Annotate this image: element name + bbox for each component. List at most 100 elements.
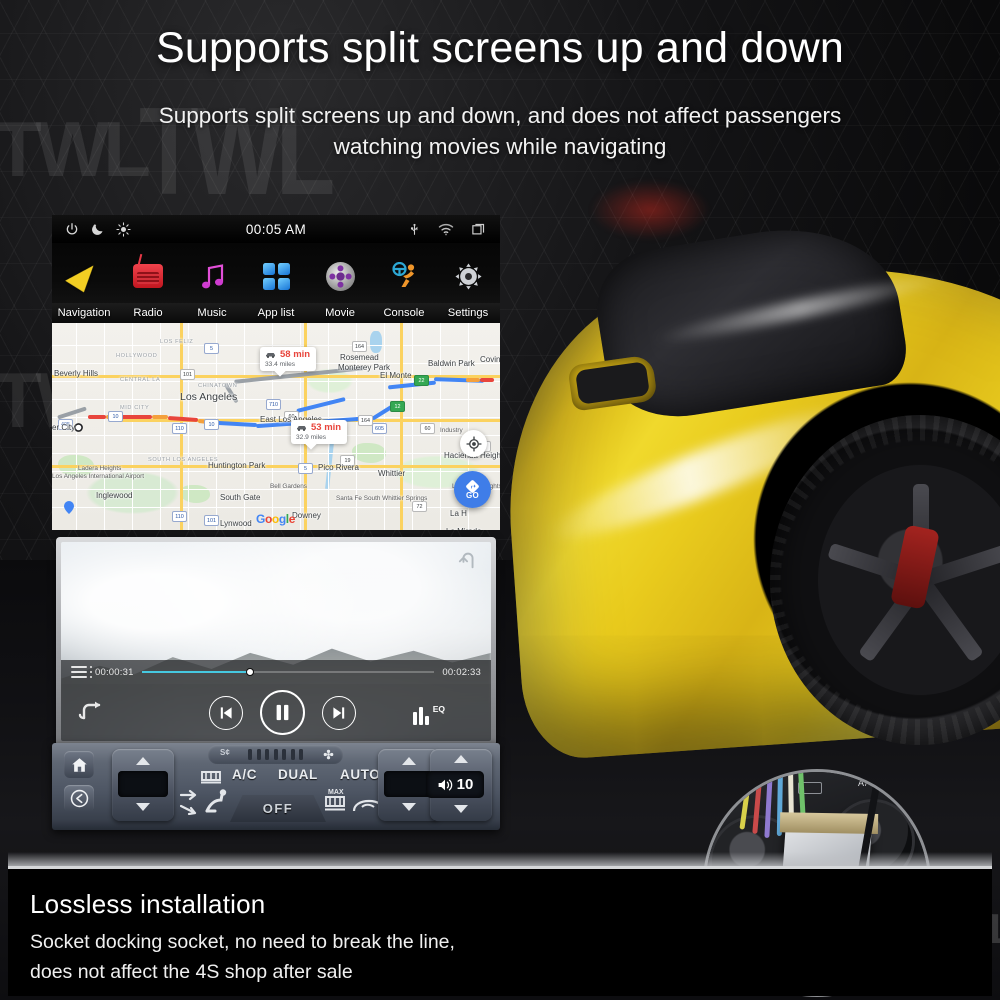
- video-player[interactable]: 00:00:31 00:02:33 EQ: [61, 542, 491, 741]
- rear-defrost-icon[interactable]: [200, 769, 222, 785]
- volume-level: 10: [456, 776, 474, 793]
- fan-speed-label: S¢: [220, 748, 230, 757]
- map-label: South Gate: [220, 493, 261, 502]
- driver-temp-display: [118, 771, 168, 797]
- navigation-map[interactable]: 5 101 10 110 10 710 605 60 60 164 164 12…: [52, 323, 500, 530]
- highway-shield: 110: [172, 423, 187, 434]
- undo-arrow-icon[interactable]: [457, 550, 479, 570]
- start-navigation-go-button[interactable]: GO: [454, 471, 491, 508]
- route-duration: 58 min: [280, 349, 311, 360]
- app-label-console: Console: [383, 307, 425, 319]
- previous-track-button[interactable]: [208, 695, 243, 730]
- recent-apps-icon[interactable]: [471, 222, 486, 237]
- highway-shield: 164: [358, 415, 373, 426]
- equalizer-button[interactable]: EQ: [413, 704, 445, 725]
- highway-shield: 5: [298, 463, 313, 474]
- driver-temp-up-button[interactable]: [136, 757, 150, 765]
- passenger-temp-up-button[interactable]: [402, 757, 416, 765]
- map-label: Pico Rivera: [318, 463, 359, 472]
- video-current-time: 00:00:31: [95, 666, 134, 678]
- app-radio[interactable]: [116, 243, 180, 305]
- video-total-time: 00:02:33: [442, 666, 481, 678]
- airport-marker: [64, 501, 74, 514]
- route-bubble-alternate[interactable]: 53 min 32.9 miles: [291, 420, 348, 445]
- highway-shield: 10: [108, 411, 123, 422]
- route-distance: 33.4 miles: [265, 360, 296, 368]
- app-settings[interactable]: [436, 243, 500, 305]
- map-label: Hawthorne: [102, 529, 141, 530]
- music-note-icon: [202, 264, 224, 289]
- map-label: Downey: [292, 511, 321, 520]
- equalizer-label: EQ: [432, 704, 445, 714]
- map-label: Covin: [480, 355, 500, 364]
- climate-control-panel: S¢ A/C DUAL AUTO OFF MAX 10: [52, 743, 500, 830]
- highway-shield: 605: [372, 423, 387, 434]
- volume-down-button[interactable]: [454, 805, 468, 813]
- map-area-label: CHINATOWN: [198, 383, 238, 389]
- next-icon: [332, 706, 344, 719]
- app-movie[interactable]: [308, 243, 372, 305]
- map-label: Whittier: [378, 469, 406, 478]
- previous-icon: [220, 706, 232, 719]
- car-icon: [297, 425, 306, 431]
- app-label-movie: Movie: [325, 307, 355, 319]
- map-area-label: MID CITY: [120, 405, 150, 411]
- home-button[interactable]: [64, 751, 94, 778]
- repeat-icon[interactable]: [78, 700, 108, 724]
- playlist-icon[interactable]: [71, 666, 92, 678]
- highway-shield: 10: [204, 419, 219, 430]
- video-seek-row: 00:00:31 00:02:33: [61, 660, 491, 684]
- map-label: Rosemead: [340, 353, 379, 362]
- recenter-location-button[interactable]: [460, 430, 487, 457]
- back-button[interactable]: [64, 785, 94, 812]
- climate-off-button[interactable]: OFF: [230, 795, 326, 822]
- front-defrost-icon[interactable]: [324, 795, 346, 813]
- passenger-temp-down-button[interactable]: [402, 803, 416, 811]
- video-seek-slider[interactable]: [141, 666, 435, 678]
- map-label: Baldwin Park: [428, 359, 475, 368]
- page-title: Supports split screens up and down: [155, 24, 845, 72]
- google-logo: Google: [256, 512, 295, 526]
- bottom-info-banner: Lossless installation Socket docking soc…: [8, 866, 992, 996]
- yellow-sports-car-photo: [470, 150, 1000, 870]
- seat-airflow-icon[interactable]: [204, 787, 232, 815]
- map-label: Santa Fe South Whittier Springs: [336, 495, 428, 502]
- next-track-button[interactable]: [321, 695, 356, 730]
- highway-shield: 22: [414, 375, 429, 386]
- map-area-label: LOS FELIZ: [160, 339, 194, 345]
- app-music[interactable]: [180, 243, 244, 305]
- app-grid-icon: [262, 262, 290, 290]
- highway-shield: 12: [390, 401, 405, 412]
- volume-up-button[interactable]: [454, 755, 468, 763]
- car-head-unit: 00:05 AM Navigation Radio Music App list…: [52, 215, 500, 830]
- volume-icon: [438, 779, 452, 790]
- route-distance: 32.9 miles: [296, 433, 327, 441]
- map-label: Bell Gardens: [270, 483, 307, 490]
- app-navigation[interactable]: [52, 243, 116, 305]
- app-label-app-list: App list: [257, 307, 295, 319]
- driver-temp-down-button[interactable]: [136, 803, 150, 811]
- steering-wheel-icon: [392, 262, 415, 287]
- radio-icon: [133, 264, 163, 288]
- gear-icon: [454, 262, 482, 290]
- ac-button-label[interactable]: A/C: [232, 767, 257, 782]
- app-label-navigation: Navigation: [57, 307, 111, 319]
- dual-button-label[interactable]: DUAL: [278, 767, 318, 782]
- status-bar: 00:05 AM: [52, 215, 500, 243]
- head-unit-screen: 00:05 AM Navigation Radio Music App list…: [52, 215, 500, 530]
- fan-speed-slider[interactable]: S¢: [208, 745, 343, 764]
- app-shortcut-row: [52, 243, 500, 305]
- app-console[interactable]: [372, 243, 436, 305]
- map-label: Industry: [440, 427, 463, 434]
- origin-marker: [74, 423, 83, 432]
- map-label: Lynwood: [220, 519, 252, 528]
- app-list[interactable]: [244, 243, 308, 305]
- pause-button[interactable]: [259, 690, 305, 735]
- auto-button-label[interactable]: AUTO: [340, 767, 380, 782]
- map-area-label: CENTRAL LA: [120, 377, 161, 383]
- banner-line-1: Socket docking socket, no need to break …: [30, 931, 455, 953]
- recirculate-icon[interactable]: [180, 789, 202, 815]
- back-icon: [70, 789, 88, 808]
- usb-icon: [410, 223, 418, 235]
- route-bubble-primary[interactable]: 58 min 33.4 miles: [260, 347, 317, 372]
